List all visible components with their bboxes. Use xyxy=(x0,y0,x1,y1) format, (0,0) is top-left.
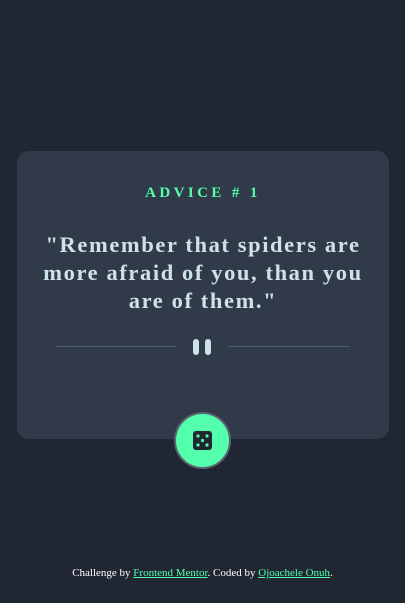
advice-card: ADVICE # 1 "Remember that spiders are mo… xyxy=(17,151,389,439)
frontend-mentor-link[interactable]: Frontend Mentor xyxy=(133,567,207,579)
footer-middle: . Coded by xyxy=(207,567,259,579)
dice-icon xyxy=(193,431,212,450)
pattern-divider xyxy=(55,339,350,355)
divider-line-left xyxy=(55,346,177,347)
advice-id-label: ADVICE # 1 xyxy=(145,185,261,201)
attribution-footer: Challenge by Frontend Mentor. Coded by O… xyxy=(0,567,405,579)
pause-icon xyxy=(193,339,213,355)
footer-prefix: Challenge by xyxy=(72,567,134,579)
author-link[interactable]: Ojoachele Onuh xyxy=(258,567,330,579)
new-advice-button[interactable] xyxy=(174,412,231,469)
footer-suffix: . xyxy=(330,567,333,579)
divider-line-right xyxy=(228,346,350,347)
advice-quote: "Remember that spiders are more afraid o… xyxy=(43,232,363,313)
